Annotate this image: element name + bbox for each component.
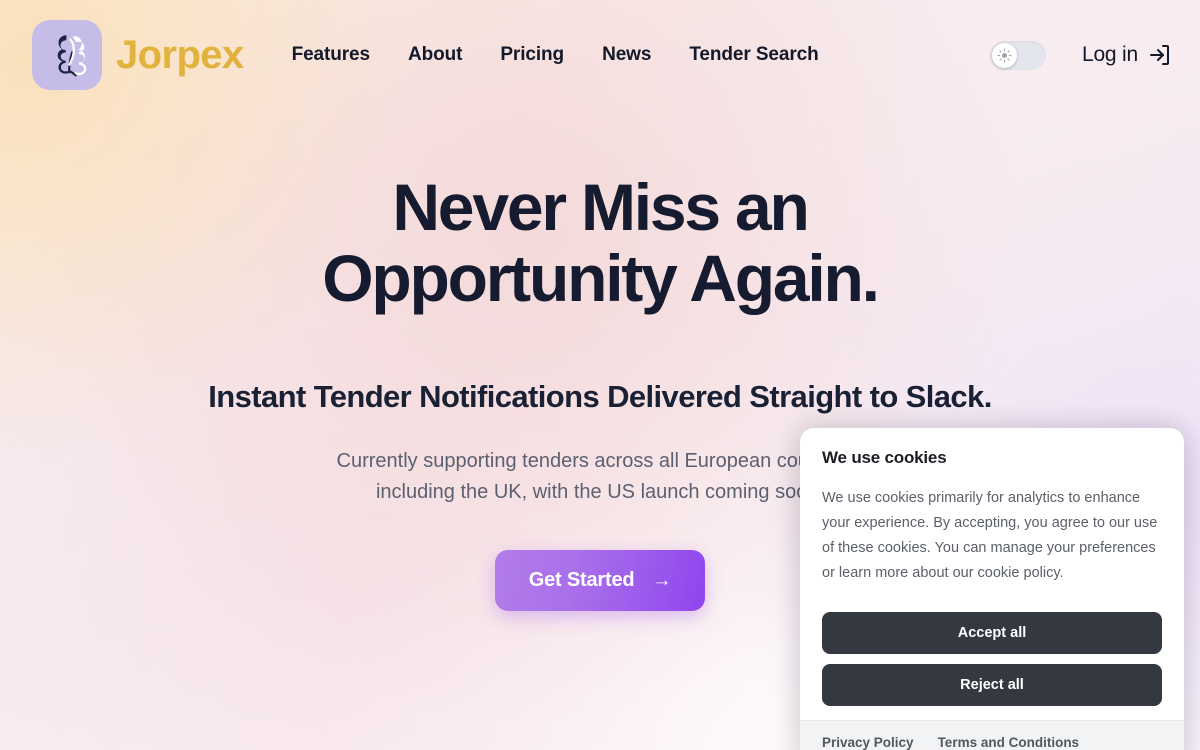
primary-nav: Features About Pricing News Tender Searc… bbox=[292, 44, 819, 66]
nav-item-pricing[interactable]: Pricing bbox=[500, 44, 564, 66]
get-started-label: Get Started bbox=[528, 569, 635, 592]
site-header: Jorpex Features About Pricing News Tende… bbox=[0, 0, 1200, 110]
reject-all-button[interactable]: Reject all bbox=[822, 663, 1162, 706]
privacy-policy-link[interactable]: Privacy Policy bbox=[822, 735, 914, 750]
theme-toggle[interactable] bbox=[989, 40, 1046, 70]
hero-title-line-2: Opportunity Again. bbox=[322, 241, 880, 316]
nav-item-about[interactable]: About bbox=[408, 44, 462, 66]
sun-icon bbox=[997, 47, 1012, 63]
login-button[interactable]: Log in bbox=[1082, 43, 1172, 67]
login-label: Log in bbox=[1081, 43, 1138, 66]
accept-all-button[interactable]: Accept all bbox=[822, 611, 1162, 654]
cookie-banner-title: We use cookies bbox=[822, 448, 947, 467]
cookie-banner-text: We use cookies primarily for analytics t… bbox=[822, 490, 1158, 581]
get-started-button[interactable]: Get Started → bbox=[494, 550, 706, 612]
page-title: Never Miss an Opportunity Again. bbox=[60, 170, 1140, 316]
hero-subtitle: Instant Tender Notifications Delivered S… bbox=[208, 378, 992, 414]
nav-item-features[interactable]: Features bbox=[292, 44, 371, 66]
nav-item-tender-search[interactable]: Tender Search bbox=[689, 44, 818, 66]
theme-toggle-knob bbox=[991, 42, 1017, 68]
cookie-consent-banner: We use cookies We use cookies primarily … bbox=[800, 428, 1184, 750]
cotton-plant-icon bbox=[32, 20, 102, 90]
login-arrow-icon bbox=[1150, 45, 1169, 65]
arrow-right-icon: → bbox=[652, 570, 672, 592]
brand-logo[interactable]: Jorpex bbox=[32, 20, 244, 90]
hero-title-line-1: Never Miss an bbox=[392, 170, 809, 244]
cookie-banner-actions: Accept all Reject all bbox=[800, 592, 1184, 720]
nav-item-news[interactable]: News bbox=[602, 44, 651, 66]
terms-and-conditions-link[interactable]: Terms and Conditions bbox=[938, 735, 1080, 750]
brand-name: Jorpex bbox=[116, 33, 244, 77]
header-actions: Log in bbox=[989, 40, 1172, 70]
cookie-banner-body: We use cookies We use cookies primarily … bbox=[800, 428, 1184, 592]
cookie-banner-footer: Privacy Policy Terms and Conditions bbox=[800, 719, 1184, 750]
